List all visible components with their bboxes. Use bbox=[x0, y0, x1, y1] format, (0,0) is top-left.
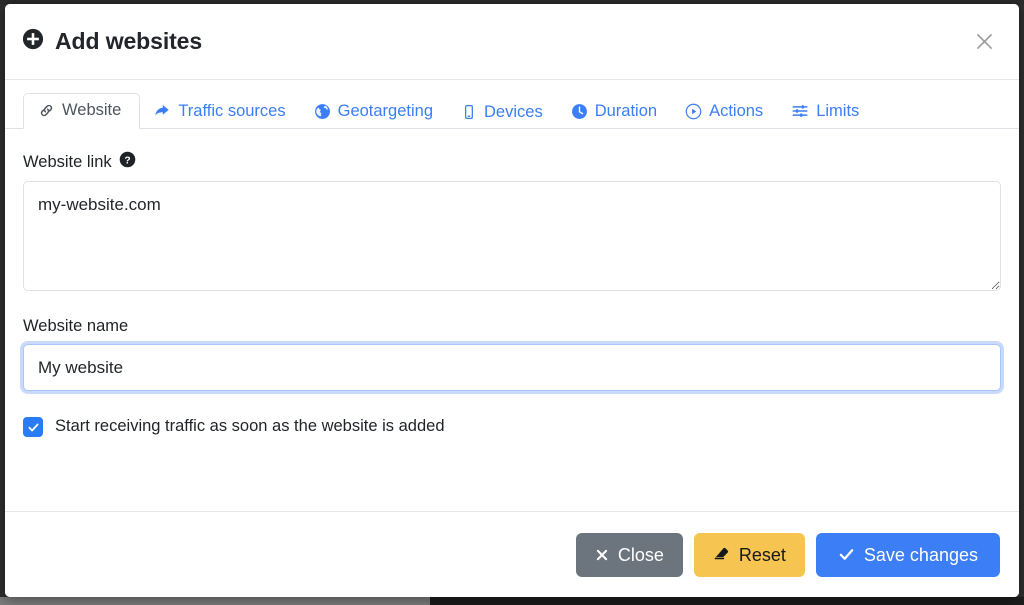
plus-circle-icon bbox=[22, 28, 44, 56]
tab-label: Website bbox=[62, 101, 122, 120]
tab-geotargeting[interactable]: Geotargeting bbox=[301, 94, 448, 129]
modal-footer: Close Reset Save changes bbox=[5, 511, 1019, 597]
modal-body: Website link ? Website name Start receiv… bbox=[5, 129, 1019, 511]
tab-label: Duration bbox=[594, 102, 658, 121]
tab-label: Geotargeting bbox=[337, 102, 434, 121]
website-link-label: Website link ? bbox=[23, 151, 1001, 172]
start-traffic-row: Start receiving traffic as soon as the w… bbox=[23, 417, 1001, 438]
website-link-label-text: Website link bbox=[23, 152, 112, 171]
add-websites-modal: Add websites Website Traffic sources Geo… bbox=[5, 4, 1019, 597]
tab-label: Traffic sources bbox=[178, 101, 286, 120]
backdrop-bottom-dark-strip bbox=[430, 597, 1024, 605]
tab-label: Actions bbox=[709, 102, 764, 121]
website-name-label-text: Website name bbox=[23, 317, 129, 336]
link-icon bbox=[38, 102, 55, 119]
help-circle-icon[interactable]: ? bbox=[119, 151, 136, 172]
tab-label: Limits bbox=[816, 101, 860, 120]
reset-button-label: Reset bbox=[738, 544, 786, 565]
modal-header: Add websites bbox=[5, 4, 1019, 80]
close-button-label: Close bbox=[617, 544, 664, 565]
save-button-label: Save changes bbox=[863, 544, 978, 565]
tab-duration[interactable]: Duration bbox=[558, 94, 672, 129]
sliders-icon bbox=[791, 102, 809, 120]
start-traffic-label: Start receiving traffic as soon as the w… bbox=[55, 417, 445, 436]
reset-button[interactable]: Reset bbox=[693, 532, 805, 577]
tab-website[interactable]: Website bbox=[23, 93, 141, 129]
x-icon bbox=[595, 548, 609, 562]
play-icon bbox=[685, 103, 702, 120]
website-name-input[interactable] bbox=[23, 344, 1001, 392]
eraser-icon bbox=[713, 546, 730, 563]
modal-title-text: Add websites bbox=[55, 28, 203, 54]
tab-label: Devices bbox=[484, 102, 543, 121]
svg-text:?: ? bbox=[124, 155, 130, 166]
share-icon bbox=[153, 102, 171, 120]
mobile-icon bbox=[461, 104, 477, 120]
clock-icon bbox=[571, 103, 588, 120]
tab-devices[interactable]: Devices bbox=[448, 95, 558, 130]
tab-traffic-sources[interactable]: Traffic sources bbox=[140, 93, 300, 129]
website-link-input[interactable] bbox=[23, 181, 1001, 292]
start-traffic-checkbox[interactable] bbox=[23, 417, 43, 438]
save-button[interactable]: Save changes bbox=[815, 532, 1000, 577]
tab-bar: Website Traffic sources Geotargeting Dev… bbox=[5, 80, 1019, 129]
check-icon bbox=[838, 546, 855, 563]
page-title: Add websites bbox=[22, 28, 202, 56]
website-name-label: Website name bbox=[23, 317, 1001, 335]
close-button[interactable]: Close bbox=[575, 532, 683, 577]
globe-icon bbox=[314, 103, 331, 120]
tab-limits[interactable]: Limits bbox=[778, 93, 874, 129]
tab-actions[interactable]: Actions bbox=[672, 94, 778, 129]
close-icon[interactable] bbox=[967, 25, 1001, 59]
